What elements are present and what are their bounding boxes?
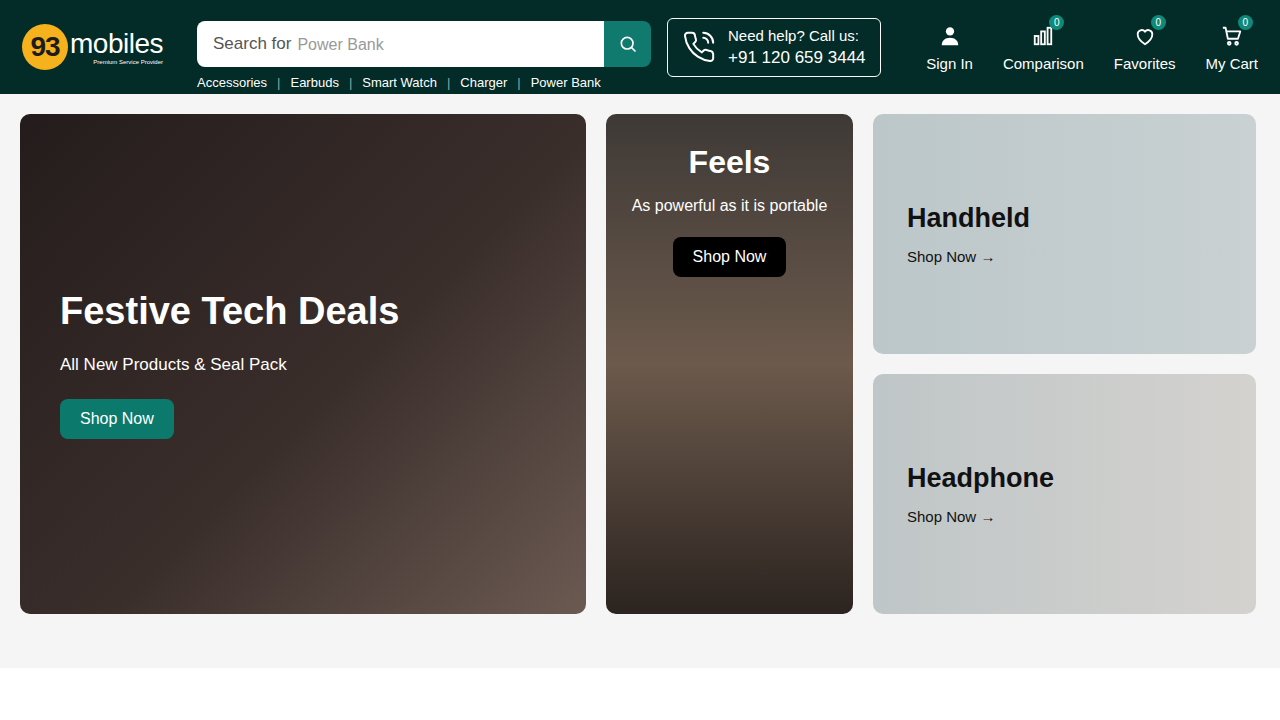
action-label: My Cart xyxy=(1206,55,1259,72)
logo[interactable]: 93mobilesPremium Service Provider xyxy=(22,24,172,70)
header-action[interactable]: 0 Favorites xyxy=(1114,23,1176,72)
feature-banner[interactable]: Feels As powerful as it is portable Shop N… xyxy=(606,114,853,614)
header: 93mobilesPremium Service Provider Search … xyxy=(0,0,1280,94)
arrow-icon: → xyxy=(980,508,995,525)
link-separator: | xyxy=(447,75,450,90)
side-banners: Handheld Shop Now → Headphone Shop Now → xyxy=(873,114,1256,614)
phone-icon xyxy=(682,30,716,64)
side-banner[interactable]: Headphone Shop Now → xyxy=(873,374,1256,614)
action-label: Comparison xyxy=(1003,55,1084,72)
quick-link[interactable]: Charger xyxy=(460,75,507,90)
header-actions: Sign In 0 Comparison 0 Favorites 0 My Cart xyxy=(926,23,1258,72)
count-badge: 0 xyxy=(1049,15,1064,30)
main-banner-title: Festive Tech Deals xyxy=(60,290,586,333)
help-phone: +91 120 659 3444 xyxy=(728,48,866,68)
header-action[interactable]: 0 My Cart xyxy=(1206,23,1259,72)
action-icon-wrap xyxy=(939,23,961,47)
main-banner[interactable]: Festive Tech Deals All New Products & Sea… xyxy=(20,114,586,614)
header-action[interactable]: Sign In xyxy=(926,23,973,72)
logo-number: 93 xyxy=(22,24,68,70)
action-label: Favorites xyxy=(1114,55,1176,72)
banner-section: Festive Tech Deals All New Products & Sea… xyxy=(0,94,1280,668)
shop-now-link[interactable]: Shop Now → xyxy=(907,508,1256,525)
help-title: Need help? Call us: xyxy=(728,27,866,44)
logo-words: mobilesPremium Service Provider xyxy=(70,29,163,65)
quick-link[interactable]: Accessories xyxy=(197,75,267,90)
search-label: Search for xyxy=(213,34,291,54)
side-banner-title: Headphone xyxy=(907,463,1256,494)
arrow-icon: → xyxy=(980,248,995,265)
shop-now-link[interactable]: Shop Now → xyxy=(907,248,1256,265)
search-icon xyxy=(618,34,638,54)
logo-word: mobiles xyxy=(70,29,163,59)
search-bar: Search for Power Bank xyxy=(197,21,651,67)
quick-link[interactable]: Power Bank xyxy=(531,75,601,90)
header-action[interactable]: 0 Comparison xyxy=(1003,23,1084,72)
quick-links: Accessories | Earbuds | Smart Watch | Charger |… xyxy=(197,75,651,90)
link-separator: | xyxy=(277,75,280,90)
feature-banner-subtitle: As powerful as it is portable xyxy=(632,197,828,215)
shop-now-button[interactable]: Shop Now xyxy=(673,237,787,277)
side-banner[interactable]: Handheld Shop Now → xyxy=(873,114,1256,354)
count-badge: 0 xyxy=(1238,15,1253,30)
action-icon-wrap: 0 xyxy=(1221,23,1243,47)
search-input[interactable]: Search for Power Bank xyxy=(197,21,604,67)
search-column: Search for Power Bank Accessories | Earbuds |… xyxy=(197,21,651,90)
quick-link[interactable]: Smart Watch xyxy=(362,75,437,90)
logo-tagline: Premium Service Provider xyxy=(93,59,163,65)
side-banner-title: Handheld xyxy=(907,203,1256,234)
help-text: Need help? Call us: +91 120 659 3444 xyxy=(728,27,866,68)
search-placeholder: Power Bank xyxy=(297,36,383,54)
count-badge: 0 xyxy=(1151,15,1166,30)
page: 93mobilesPremium Service Provider Search … xyxy=(0,0,1280,720)
user-icon xyxy=(939,25,961,47)
action-label: Sign In xyxy=(926,55,973,72)
action-icon-wrap: 0 xyxy=(1032,23,1054,47)
quick-link[interactable]: Earbuds xyxy=(290,75,338,90)
search-button[interactable] xyxy=(604,21,651,67)
main-banner-subtitle: All New Products & Seal Pack xyxy=(60,355,586,375)
help-box[interactable]: Need help? Call us: +91 120 659 3444 xyxy=(667,18,881,77)
link-separator: | xyxy=(349,75,352,90)
link-separator: | xyxy=(517,75,520,90)
action-icon-wrap: 0 xyxy=(1134,23,1156,47)
shop-now-button[interactable]: Shop Now xyxy=(60,399,174,439)
feature-banner-title: Feels xyxy=(689,144,771,181)
